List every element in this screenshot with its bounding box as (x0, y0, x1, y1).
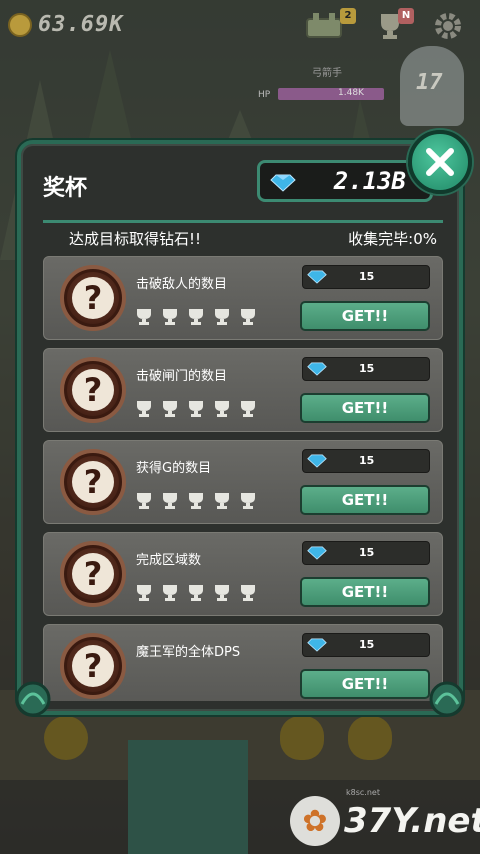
achievement-list[interactable]: ? 击破敌人的数目 15 GET!! ? 击破闸门的数目 15 GET!! ? … (43, 256, 443, 701)
collect-status: 收集完毕:0% (348, 230, 437, 248)
diamond-icon (307, 362, 327, 376)
watermark-logo-icon: ✿ (290, 796, 340, 846)
cup-icon (241, 493, 255, 509)
watermark-subtext: k8sc.net (346, 788, 380, 797)
reward-value: 15 (359, 454, 375, 467)
reward-value: 15 (359, 362, 375, 375)
get-reward-button[interactable]: GET!! (300, 485, 430, 515)
trophy-cups (134, 399, 258, 419)
get-reward-button[interactable]: GET!! (300, 577, 430, 607)
achievement-label: 完成区域数 (136, 553, 202, 568)
cup-icon (215, 309, 229, 325)
locked-medal-icon: ? (60, 265, 126, 331)
gold-coin-icon (8, 12, 32, 37)
settings-gear-icon[interactable] (428, 8, 468, 44)
cup-icon (189, 309, 203, 325)
diamond-icon (307, 454, 327, 468)
achievement-label: 击破敌人的数目 (136, 277, 228, 292)
boss-name: 弓箭手 (312, 68, 342, 79)
close-icon (426, 148, 454, 176)
cup-icon (163, 585, 177, 601)
diamond-icon (307, 638, 327, 652)
reward-box: 15 (302, 541, 430, 565)
site-watermark: ✿ 37Y.net (290, 796, 480, 846)
hp-label: HP (258, 90, 271, 100)
reward-value: 15 (359, 270, 375, 283)
cup-icon (163, 493, 177, 509)
locked-medal-icon: ? (60, 541, 126, 607)
diamond-icon (307, 270, 327, 284)
cup-icon (215, 493, 229, 509)
achievement-label: 击破闸门的数目 (136, 369, 228, 384)
watermark-text: 37Y.net (344, 801, 480, 841)
cup-icon (215, 585, 229, 601)
achievement-row: ? 获得G的数目 15 GET!! (43, 440, 443, 524)
stage-level: 17 (416, 70, 443, 95)
gold-counter: 63.69K (8, 12, 123, 37)
achievement-row: ? 完成区域数 15 GET!! (43, 532, 443, 616)
diamond-icon (307, 546, 327, 560)
cup-icon (137, 493, 151, 509)
trophy-badge: N (398, 8, 414, 24)
reward-box: 15 (302, 449, 430, 473)
cup-icon (241, 309, 255, 325)
get-reward-button[interactable]: GET!! (300, 301, 430, 331)
cup-icon (137, 401, 151, 417)
locked-medal-icon: ? (60, 633, 126, 699)
corner-ornament-left (15, 681, 51, 717)
achievement-label: 获得G的数目 (136, 461, 212, 476)
locked-medal-icon: ? (60, 357, 126, 423)
panel-subtitle: 达成目标取得钻石!! (69, 230, 202, 248)
trophy-cups (134, 583, 258, 603)
achievement-row: ? 击破闸门的数目 15 GET!! (43, 348, 443, 432)
reward-value: 15 (359, 638, 375, 651)
quest-icon[interactable] (304, 8, 344, 44)
close-button[interactable] (408, 130, 472, 194)
panel-divider (43, 220, 443, 223)
cup-icon (163, 401, 177, 417)
cup-icon (189, 585, 203, 601)
cup-icon (241, 585, 255, 601)
gem-balance: 2.13B (257, 160, 433, 202)
reward-box: 15 (302, 633, 430, 657)
cup-icon (189, 401, 203, 417)
achievement-row: ? 魔王军的全体DPS 15 GET!! (43, 624, 443, 701)
achievement-row: ? 击破敌人的数目 15 GET!! (43, 256, 443, 340)
cup-icon (189, 493, 203, 509)
gem-amount: 2.13B (333, 167, 406, 195)
reward-value: 15 (359, 546, 375, 559)
panel-title: 奖杯 (43, 176, 88, 201)
get-reward-button[interactable]: GET!! (300, 669, 430, 699)
diamond-icon (270, 174, 296, 192)
cup-icon (215, 401, 229, 417)
trophy-panel: 奖杯 2.13B 达成目标取得钻石!! 收集完毕:0% ? 击破敌人的数目 15… (17, 140, 463, 715)
hp-bar (278, 88, 384, 100)
trophy-cups (134, 491, 258, 511)
cup-icon (241, 401, 255, 417)
cup-icon (137, 309, 151, 325)
cup-icon (163, 309, 177, 325)
get-reward-button[interactable]: GET!! (300, 393, 430, 423)
locked-medal-icon: ? (60, 449, 126, 515)
corner-ornament-right (429, 681, 465, 717)
reward-box: 15 (302, 265, 430, 289)
quest-badge: 2 (340, 8, 356, 24)
achievement-label: 魔王军的全体DPS (136, 645, 241, 660)
reward-box: 15 (302, 357, 430, 381)
cup-icon (137, 585, 151, 601)
gold-amount: 63.69K (38, 12, 124, 37)
trophy-cups (134, 307, 258, 327)
hp-value: 1.48K (338, 88, 364, 98)
